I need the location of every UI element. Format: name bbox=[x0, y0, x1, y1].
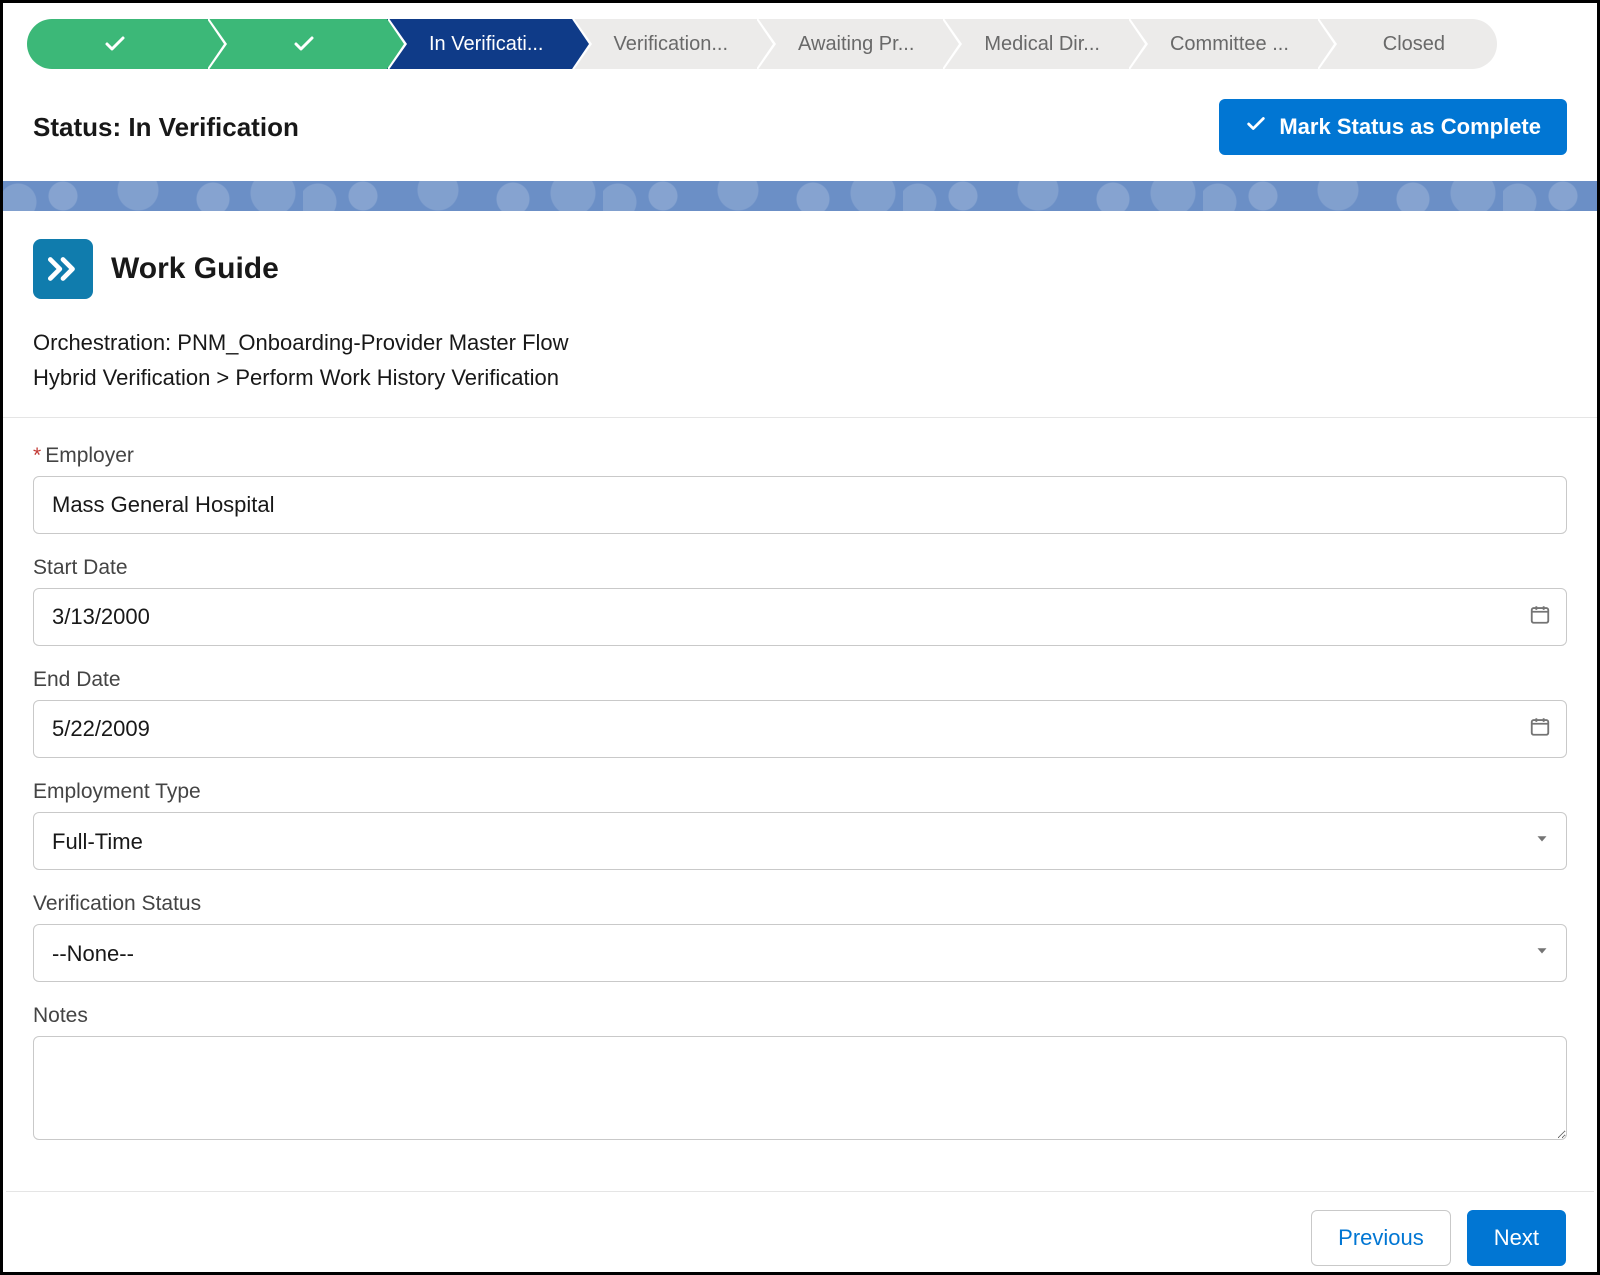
orchestration-info: Orchestration: PNM_Onboarding-Provider M… bbox=[3, 311, 1597, 418]
field-notes: Notes bbox=[33, 1004, 1567, 1145]
next-button[interactable]: Next bbox=[1467, 1210, 1566, 1266]
status-label: Status: In Verification bbox=[33, 112, 299, 143]
path-step-label: Committee ... bbox=[1170, 33, 1289, 56]
work-guide-header: Work Guide bbox=[3, 211, 1597, 311]
footer-bar: Previous Next bbox=[6, 1191, 1594, 1269]
path-step-7[interactable]: Committee ... bbox=[1128, 19, 1317, 69]
calendar-icon[interactable] bbox=[1529, 604, 1551, 631]
path-step-5[interactable]: Awaiting Pr... bbox=[756, 19, 942, 69]
employment-type-label: Employment Type bbox=[33, 780, 1567, 804]
path-step-label: Closed bbox=[1383, 33, 1445, 56]
path-step-4[interactable]: Verification... bbox=[572, 19, 757, 69]
start-date-input[interactable] bbox=[33, 588, 1567, 646]
field-verification-status: Verification Status --None-- bbox=[33, 892, 1567, 982]
field-start-date: Start Date bbox=[33, 556, 1567, 646]
orchestration-line: Orchestration: PNM_Onboarding-Provider M… bbox=[33, 325, 1567, 360]
calendar-icon[interactable] bbox=[1529, 716, 1551, 743]
check-icon bbox=[1245, 113, 1267, 141]
previous-button[interactable]: Previous bbox=[1311, 1210, 1451, 1266]
decorative-band bbox=[3, 181, 1597, 211]
verification-status-label: Verification Status bbox=[33, 892, 1567, 916]
notes-label: Notes bbox=[33, 1004, 1567, 1028]
required-star: * bbox=[33, 444, 41, 467]
check-icon bbox=[102, 31, 128, 57]
work-history-form: *Employer Start Date End Date Employm bbox=[3, 418, 1597, 1165]
field-employment-type: Employment Type Full-Time bbox=[33, 780, 1567, 870]
end-date-input[interactable] bbox=[33, 700, 1567, 758]
path-step-8[interactable]: Closed bbox=[1317, 19, 1497, 69]
path-step-3[interactable]: In Verificati... bbox=[387, 19, 572, 69]
status-row: Status: In Verification Mark Status as C… bbox=[3, 87, 1597, 181]
work-guide-icon bbox=[33, 239, 93, 299]
notes-textarea[interactable] bbox=[33, 1036, 1567, 1140]
mark-status-complete-button[interactable]: Mark Status as Complete bbox=[1219, 99, 1567, 155]
path-step-2[interactable] bbox=[207, 19, 387, 69]
verification-status-select[interactable]: --None-- bbox=[33, 924, 1567, 982]
mark-complete-label: Mark Status as Complete bbox=[1279, 114, 1541, 140]
employer-input[interactable] bbox=[33, 476, 1567, 534]
path-step-label: Verification... bbox=[614, 33, 729, 56]
field-end-date: End Date bbox=[33, 668, 1567, 758]
start-date-label: Start Date bbox=[33, 556, 1567, 580]
check-icon bbox=[291, 31, 317, 57]
chevron-down-icon bbox=[1533, 942, 1551, 965]
employer-label: *Employer bbox=[33, 444, 1567, 468]
path-step-label: Medical Dir... bbox=[984, 33, 1100, 56]
path-step-1[interactable] bbox=[27, 19, 207, 69]
path-step-label: Awaiting Pr... bbox=[798, 33, 914, 56]
chevron-down-icon bbox=[1533, 830, 1551, 853]
end-date-label: End Date bbox=[33, 668, 1567, 692]
path-step-6[interactable]: Medical Dir... bbox=[942, 19, 1128, 69]
employment-type-select[interactable]: Full-Time bbox=[33, 812, 1567, 870]
breadcrumb-line: Hybrid Verification > Perform Work Histo… bbox=[33, 360, 1567, 395]
work-guide-title: Work Guide bbox=[111, 252, 279, 286]
status-path-bar: In Verificati... Verification... Awaitin… bbox=[3, 3, 1597, 87]
field-employer: *Employer bbox=[33, 444, 1567, 534]
path-step-label: In Verificati... bbox=[429, 33, 544, 56]
